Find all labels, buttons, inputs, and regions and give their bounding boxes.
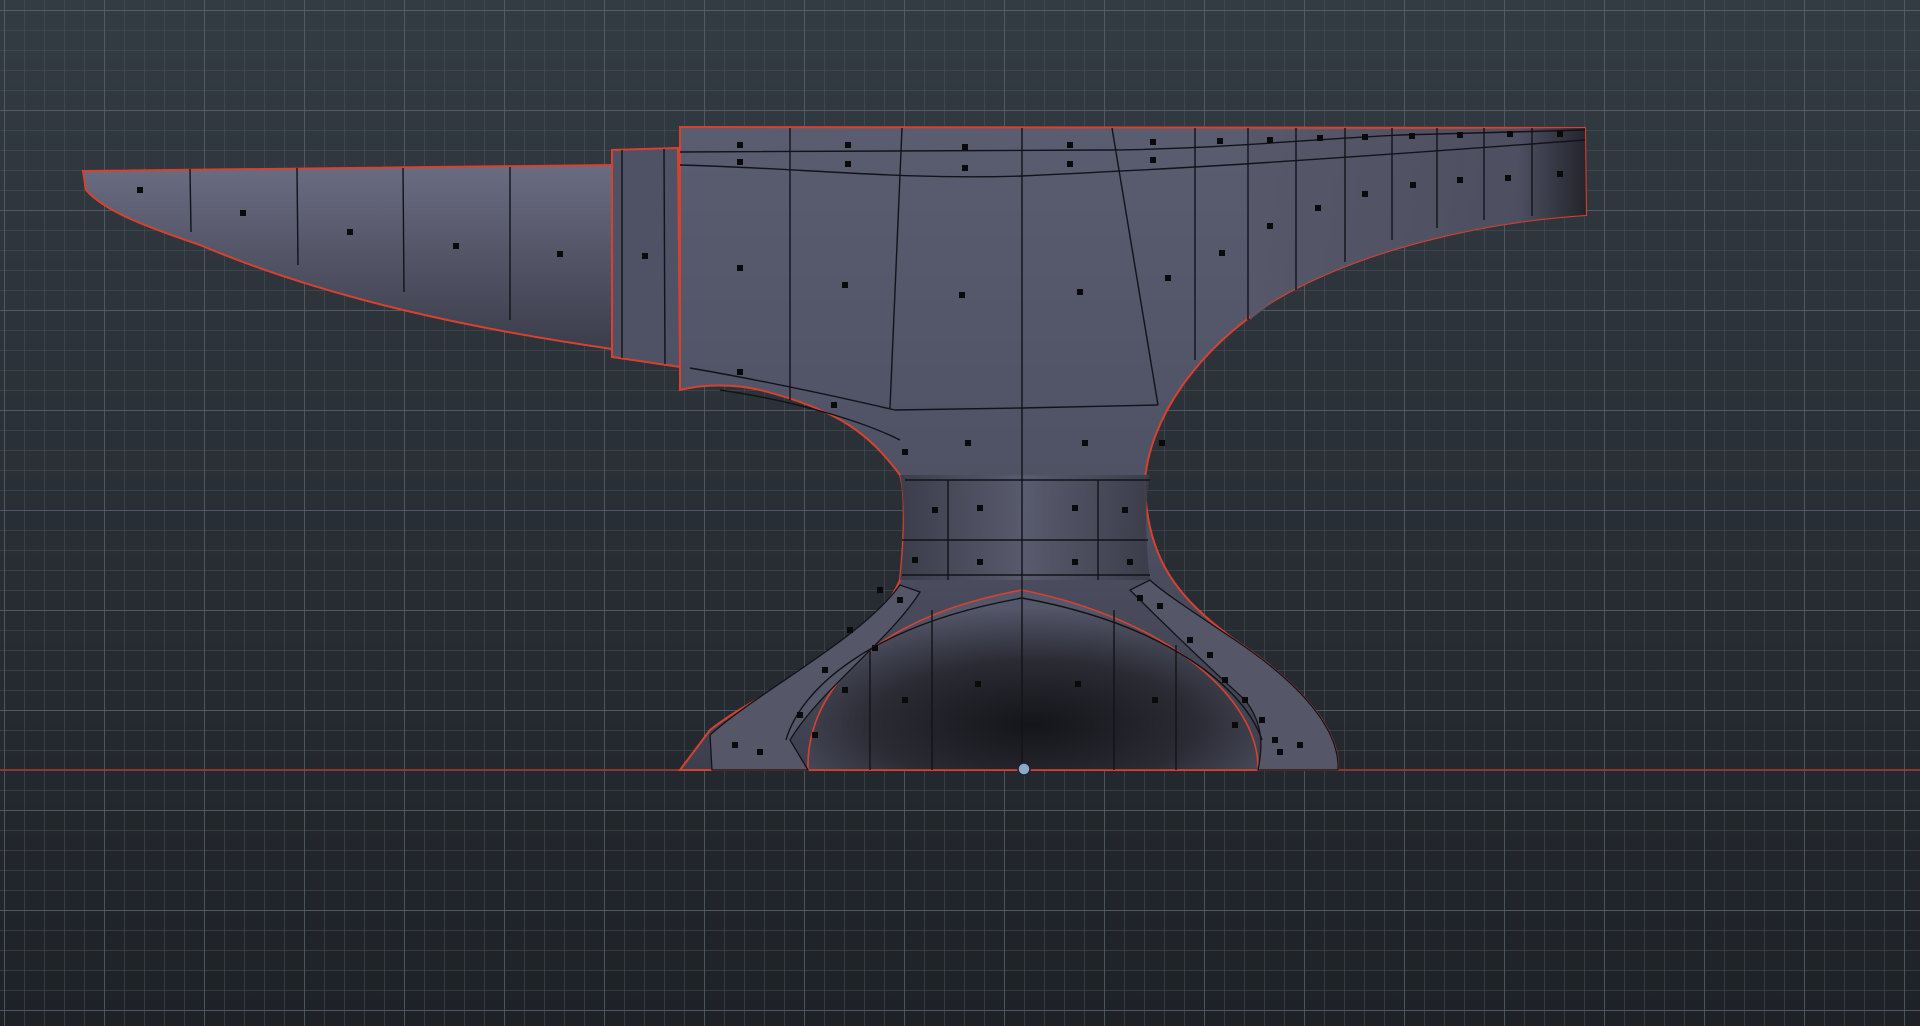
face-center-dot bbox=[975, 681, 981, 687]
face-center-dot bbox=[877, 587, 883, 593]
face-center-dot bbox=[137, 187, 143, 193]
face-center-dot bbox=[737, 369, 743, 375]
3d-viewport[interactable] bbox=[0, 0, 1920, 1026]
anvil-waist[interactable] bbox=[900, 475, 1150, 580]
face-center-dot bbox=[1067, 161, 1073, 167]
face-center-dot bbox=[1317, 135, 1323, 141]
face-center-dot bbox=[1409, 133, 1415, 139]
face-center-dot bbox=[812, 732, 818, 738]
face-center-dot bbox=[1077, 289, 1083, 295]
face-center-dot bbox=[977, 559, 983, 565]
face-center-dot bbox=[831, 402, 837, 408]
face-center-dot bbox=[1457, 177, 1463, 183]
object-origin-pivot[interactable] bbox=[1017, 762, 1031, 776]
face-center-dot bbox=[1072, 559, 1078, 565]
face-center-dot bbox=[1150, 157, 1156, 163]
face-center-dot bbox=[1157, 603, 1163, 609]
face-center-dot bbox=[845, 142, 851, 148]
face-center-dot bbox=[1259, 717, 1265, 723]
face-center-dot bbox=[757, 749, 763, 755]
face-center-dot bbox=[965, 440, 971, 446]
face-center-dot bbox=[1272, 737, 1278, 743]
face-center-dot bbox=[1187, 637, 1193, 643]
face-center-dot bbox=[1122, 507, 1128, 513]
face-center-dot bbox=[1072, 505, 1078, 511]
face-center-dot bbox=[1362, 191, 1368, 197]
face-center-dot bbox=[962, 165, 968, 171]
face-center-dot bbox=[1222, 677, 1228, 683]
face-center-dot bbox=[1277, 749, 1283, 755]
face-center-dot bbox=[1075, 681, 1081, 687]
face-center-dot bbox=[453, 243, 459, 249]
face-center-dot bbox=[1137, 595, 1143, 601]
viewport-canvas[interactable] bbox=[0, 0, 1920, 1026]
face-center-dot bbox=[1267, 223, 1273, 229]
face-center-dot bbox=[1159, 440, 1165, 446]
face-center-dot bbox=[962, 144, 968, 150]
face-center-dot bbox=[842, 282, 848, 288]
face-center-dot bbox=[1507, 131, 1513, 137]
face-center-dot bbox=[1165, 275, 1171, 281]
face-center-dot bbox=[932, 507, 938, 513]
face-center-dot bbox=[842, 687, 848, 693]
face-center-dot bbox=[1232, 722, 1238, 728]
face-center-dot bbox=[1067, 142, 1073, 148]
face-center-dot bbox=[1242, 697, 1248, 703]
face-center-dot bbox=[347, 229, 353, 235]
face-center-dot bbox=[822, 667, 828, 673]
face-center-dot bbox=[845, 161, 851, 167]
face-center-dot bbox=[902, 449, 908, 455]
face-center-dot bbox=[642, 253, 648, 259]
face-center-dot bbox=[240, 210, 246, 216]
face-center-dot bbox=[847, 627, 853, 633]
face-center-dot bbox=[959, 292, 965, 298]
face-center-dot bbox=[1315, 205, 1321, 211]
face-center-dot bbox=[737, 159, 743, 165]
face-center-dot bbox=[737, 142, 743, 148]
face-center-dot bbox=[897, 597, 903, 603]
face-center-dot bbox=[1457, 132, 1463, 138]
face-center-dot bbox=[1150, 139, 1156, 145]
face-center-dot bbox=[1362, 134, 1368, 140]
face-center-dot bbox=[1505, 175, 1511, 181]
face-center-dot bbox=[1152, 697, 1158, 703]
face-center-dot bbox=[1219, 250, 1225, 256]
face-center-dot bbox=[732, 742, 738, 748]
face-center-dot bbox=[737, 265, 743, 271]
face-center-dot bbox=[912, 557, 918, 563]
face-center-dot bbox=[557, 251, 563, 257]
face-center-dot bbox=[797, 712, 803, 718]
face-center-dot bbox=[1207, 652, 1213, 658]
face-center-dot bbox=[1217, 138, 1223, 144]
face-center-dot bbox=[872, 645, 878, 651]
face-center-dot bbox=[1267, 137, 1273, 143]
face-center-dot bbox=[1410, 182, 1416, 188]
face-center-dot bbox=[1127, 559, 1133, 565]
face-center-dot bbox=[977, 505, 983, 511]
face-center-dot bbox=[1082, 440, 1088, 446]
face-center-dot bbox=[1557, 171, 1563, 177]
face-center-dot bbox=[1557, 131, 1563, 137]
face-center-dot bbox=[902, 697, 908, 703]
face-center-dot bbox=[1297, 742, 1303, 748]
